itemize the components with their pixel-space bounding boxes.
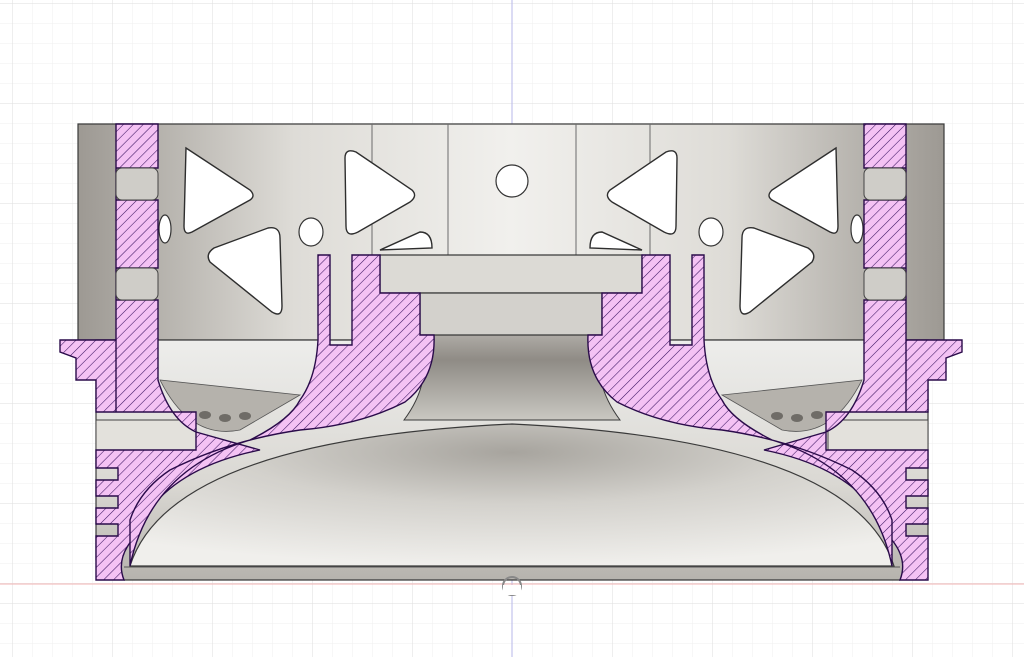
piston-body[interactable] bbox=[77, 123, 945, 581]
cad-viewport[interactable] bbox=[0, 0, 1024, 657]
flange-step bbox=[419, 292, 603, 336]
section-view-canvas[interactable] bbox=[0, 0, 1024, 657]
top-flange bbox=[379, 254, 643, 294]
center-pin-hole bbox=[495, 164, 529, 198]
